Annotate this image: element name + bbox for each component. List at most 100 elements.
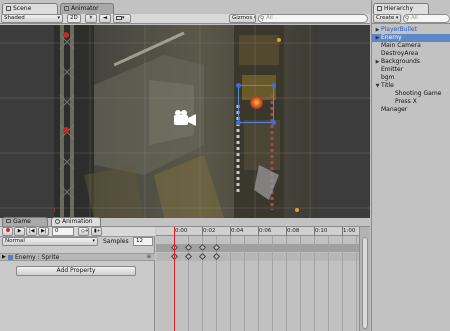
add-keyframe-icon[interactable]: ◇+ [78,227,89,236]
hierarchy-item[interactable]: DestroyArea [372,50,450,58]
timeline-scrollbar[interactable] [359,227,370,331]
hierarchy-item[interactable]: bgm [372,74,450,82]
tab-animator[interactable]: Animator [60,3,114,14]
resize-handle[interactable] [271,120,276,125]
prev-key-icon[interactable]: |◀ [26,227,37,236]
hierarchy-item[interactable]: Shooting Game [372,90,450,98]
scene-toolbar: Shaded ▾ 2D ☀ ◄ ▾ Gizmos ▾ ⚲ All [0,14,370,24]
hierarchy-item[interactable]: ▶ Backgrounds [372,58,450,66]
timeline-gridline [272,236,273,331]
record-icon[interactable] [2,227,13,236]
hierarchy-item[interactable]: Emitter [372,66,450,74]
speaker-icon[interactable]: ◄ [99,14,111,23]
timeline-gridline [300,236,301,331]
scrollbar-thumb[interactable] [362,237,368,329]
expand-arrow-icon[interactable]: ▶ [374,58,381,66]
hierarchy-item-label: PlayerBullet [381,26,417,33]
hierarchy-toolbar: Create ▾ ⚲ All [372,14,450,24]
expand-arrow-icon[interactable]: ▶ [374,34,381,42]
timeline-tick-label: 0:10 [315,228,328,234]
resize-handle[interactable] [236,120,241,125]
bottom-tabs-row: Game Animation [0,217,370,226]
timeline-tick-label: 1:00 [343,228,356,234]
image-icon[interactable]: ▾ [113,14,131,23]
hierarchy-tab-label: Hierarchy [384,5,414,12]
scene-search-placeholder: All [266,15,273,21]
create-dropdown[interactable]: Create ▾ [373,14,401,23]
tab-animation[interactable]: Animation [51,217,101,226]
hierarchy-item-label: Main Camera [381,42,421,49]
hierarchy-item-label: Manager [381,106,408,113]
timeline-tick [342,227,343,236]
scene-search-input[interactable]: ⚲ All [258,14,368,23]
create-label: Create [376,15,395,21]
tab-game[interactable]: Game [2,217,48,226]
clip-row: Normal ▾ Samples 12 [0,237,155,246]
hierarchy-item[interactable]: Manager [372,106,450,114]
gizmos-label: Gizmos [232,15,253,21]
timeline-tick-label: 0:08 [287,228,300,234]
expand-arrow-icon[interactable]: ▼ [374,82,381,90]
resize-handle[interactable] [271,83,276,88]
tab-hierarchy[interactable]: Hierarchy [373,3,429,14]
scene-tab-icon [6,6,11,11]
timeline-tick-label: 0:06 [259,228,272,234]
scene-viewport[interactable] [0,25,370,218]
expand-arrow-icon[interactable]: ▶ [2,254,6,261]
hierarchy-tab-icon [377,6,382,11]
hierarchy-search-input[interactable]: ⚲ All [403,14,450,23]
animator-tab-label: Animator [71,5,99,12]
gizmos-dropdown[interactable]: Gizmos ▾ [229,14,256,23]
tab-scene[interactable]: Scene [2,3,58,14]
game-tab-label: Game [13,218,31,225]
hierarchy-item-label: bgm [381,74,395,81]
timeline-tick [286,227,287,236]
hierarchy-item[interactable]: ▼ Title [372,82,450,90]
hierarchy-panel: Hierarchy Create ▾ ⚲ All ▶ PlayerBullet ▶ En… [371,0,450,331]
scene-tab-label: Scene [13,5,32,12]
hierarchy-item-label: Enemy [381,34,402,41]
timeline-area[interactable]: 0:00 0:02 0:04 0:06 0:08 0:10 1:00 [156,227,359,331]
enemy-sprite [250,96,263,109]
property-row[interactable]: ▶ Enemy : Sprite ⊖ [0,253,155,261]
play-icon[interactable]: ▶ [14,227,25,236]
hierarchy-item-label: Title [381,82,394,89]
hierarchy-item[interactable]: ▶ Enemy [372,34,450,42]
property-options-icon[interactable]: ⊖ [147,254,151,261]
enemy-sprite-selection[interactable] [236,83,276,125]
samples-field[interactable]: 12 [133,237,153,246]
timeline-gridline [258,236,259,331]
search-icon: ⚲ [260,15,265,22]
hierarchy-item-label: DestroyArea [381,50,419,57]
timeline-gridline [286,236,287,331]
resize-handle[interactable] [236,83,241,88]
hierarchy-item-label: Shooting Game [395,90,442,97]
sun-icon[interactable]: ☀ [85,14,97,23]
next-key-icon[interactable]: ▶| [38,227,49,236]
wrap-mode-dropdown[interactable]: Normal ▾ [2,237,98,246]
frame-field[interactable]: 0 [52,227,74,236]
animation-tab-label: Animation [62,218,93,225]
chevron-down-icon: ▾ [252,15,256,21]
game-tab-icon [6,219,11,223]
timeline-gridline [342,236,343,331]
hierarchy-item[interactable]: Press X [372,98,450,106]
hierarchy-item[interactable]: ▶ PlayerBullet [372,26,450,34]
timeline-gridline [230,236,231,331]
timeline-gridlines [156,236,359,331]
timeline-tick [202,227,203,236]
add-property-button[interactable]: Add Property [16,266,136,276]
timeline-tick [230,227,231,236]
shading-mode-dropdown[interactable]: Shaded ▾ [1,14,63,23]
camera-gizmo-icon[interactable] [170,110,200,130]
add-event-icon[interactable]: ▮+ [91,227,102,236]
scene-panel: Scene Animator Shaded ▾ 2D ☀ ◄ ▾ Gizmos … [0,0,370,218]
hierarchy-item-label: Emitter [381,66,404,73]
chevron-down-icon: ▾ [92,238,95,244]
animation-tab-icon [55,219,60,224]
expand-arrow-icon[interactable]: ▶ [374,26,381,34]
playhead-line[interactable] [174,227,175,331]
2d-toggle-button[interactable]: 2D [67,14,81,23]
hierarchy-item[interactable]: Main Camera [372,42,450,50]
timeline-tick-label: 0:00 [175,228,188,234]
